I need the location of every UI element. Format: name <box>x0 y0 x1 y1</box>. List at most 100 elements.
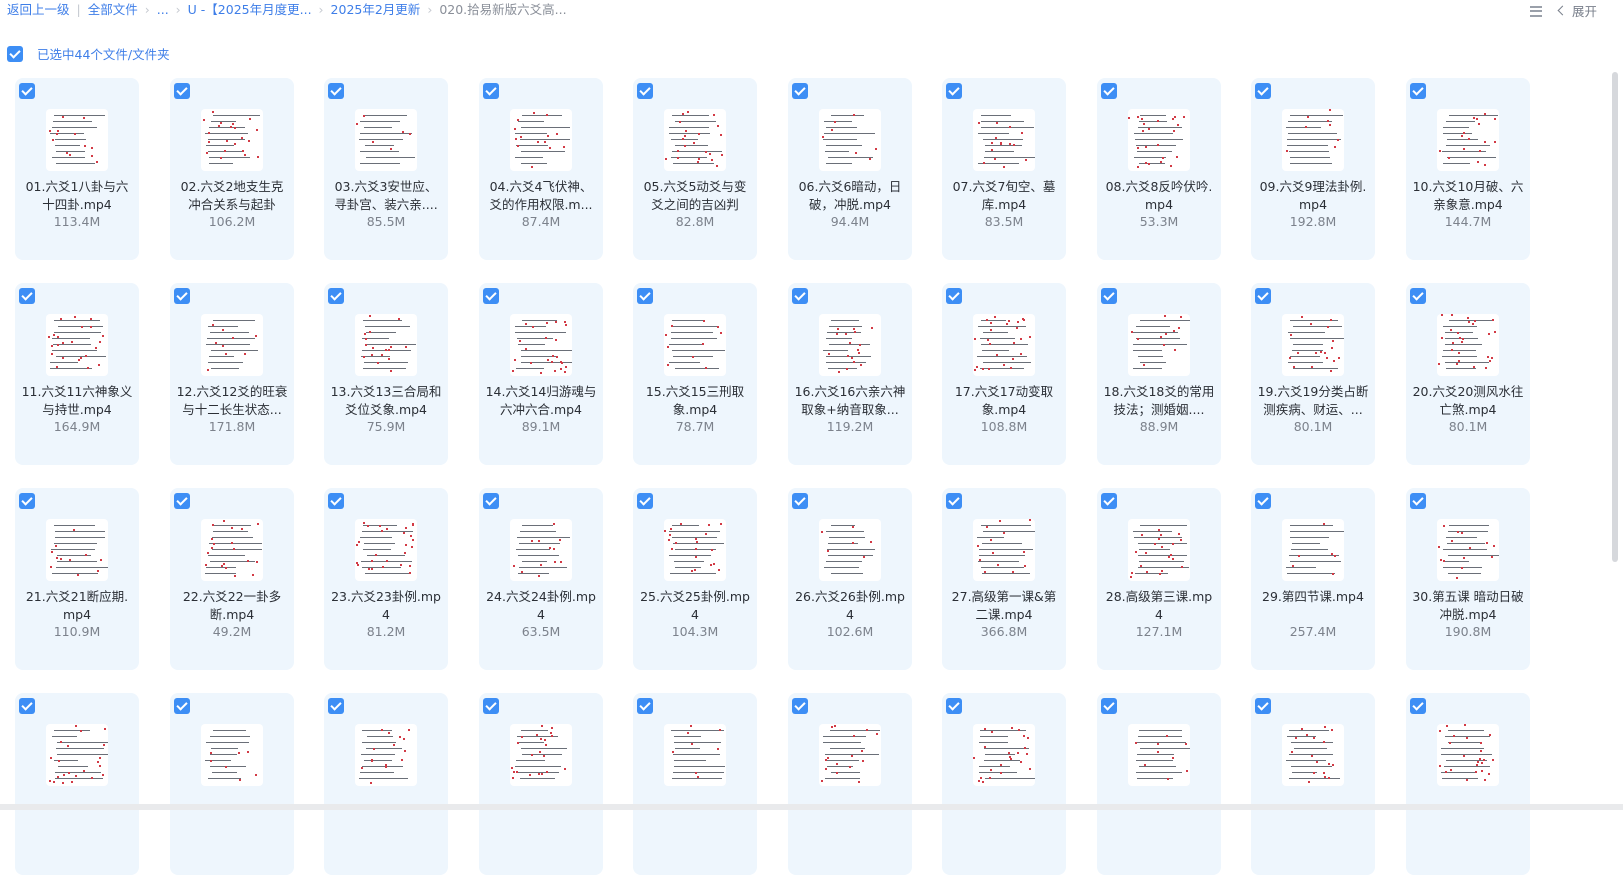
breadcrumb-folder-2[interactable]: 2025年2月更新 <box>331 1 421 19</box>
file-checkbox[interactable] <box>792 698 808 714</box>
file-checkbox[interactable] <box>637 288 653 304</box>
file-checkbox[interactable] <box>483 698 499 714</box>
file-checkbox[interactable] <box>19 698 35 714</box>
file-checkbox[interactable] <box>637 493 653 509</box>
file-card[interactable] <box>479 693 603 875</box>
file-card[interactable]: 23.六爻23卦例.mp4 81.2M <box>324 488 448 670</box>
file-name: 18.六爻18爻的常用技法；测婚姻.... <box>1103 384 1215 417</box>
file-card[interactable]: 25.六爻25卦例.mp4 104.3M <box>633 488 757 670</box>
file-checkbox[interactable] <box>946 288 962 304</box>
file-checkbox[interactable] <box>19 288 35 304</box>
view-mode-icon[interactable] <box>1529 5 1543 17</box>
file-card[interactable]: 06.六爻6暗动，日破，冲脱.mp4 94.4M <box>788 78 912 260</box>
file-checkbox[interactable] <box>328 698 344 714</box>
file-checkbox[interactable] <box>328 493 344 509</box>
file-checkbox[interactable] <box>174 493 190 509</box>
file-card[interactable]: 16.六爻16六亲六神取象+纳音取象... 119.2M <box>788 283 912 465</box>
file-checkbox[interactable] <box>792 288 808 304</box>
file-size: 80.1M <box>1293 419 1333 434</box>
file-checkbox[interactable] <box>174 698 190 714</box>
breadcrumb-all-files[interactable]: 全部文件 <box>88 1 138 19</box>
file-card[interactable]: 08.六爻8反吟伏吟.mp4 53.3M <box>1097 78 1221 260</box>
file-checkbox[interactable] <box>1410 288 1426 304</box>
file-card[interactable]: 24.六爻24卦例.mp4 63.5M <box>479 488 603 670</box>
file-checkbox[interactable] <box>946 698 962 714</box>
file-checkbox[interactable] <box>19 493 35 509</box>
file-checkbox[interactable] <box>637 698 653 714</box>
file-checkbox[interactable] <box>637 83 653 99</box>
file-card[interactable] <box>1097 693 1221 875</box>
file-card[interactable]: 02.六爻2地支生克冲合关系与起卦 106.2M <box>170 78 294 260</box>
file-checkbox[interactable] <box>19 83 35 99</box>
file-card[interactable]: 18.六爻18爻的常用技法；测婚姻.... 88.9M <box>1097 283 1221 465</box>
file-checkbox[interactable] <box>1410 493 1426 509</box>
file-card[interactable]: 07.六爻7旬空、墓库.mp4 83.5M <box>942 78 1066 260</box>
file-checkbox[interactable] <box>792 493 808 509</box>
expand-label: 展开 <box>1571 4 1597 19</box>
file-card[interactable]: 19.六爻19分类占断测疾病、财运、... 80.1M <box>1251 283 1375 465</box>
file-checkbox[interactable] <box>792 83 808 99</box>
file-card[interactable]: 14.六爻14归游魂与六冲六合.mp4 89.1M <box>479 283 603 465</box>
file-card[interactable]: 05.六爻5动爻与变爻之间的吉凶判 82.8M <box>633 78 757 260</box>
file-checkbox[interactable] <box>483 493 499 509</box>
file-checkbox[interactable] <box>1410 83 1426 99</box>
file-checkbox[interactable] <box>1255 83 1271 99</box>
file-size: 75.9M <box>366 419 406 434</box>
file-checkbox[interactable] <box>483 83 499 99</box>
select-all-checkbox[interactable] <box>7 45 23 62</box>
file-checkbox[interactable] <box>328 288 344 304</box>
expand-button[interactable]: 展开 <box>1553 1 1597 20</box>
file-card[interactable]: 10.六爻10月破、六亲象意.mp4 144.7M <box>1406 78 1530 260</box>
file-size: 80.1M <box>1448 419 1488 434</box>
file-card[interactable]: 01.六爻1八卦与六十四卦.mp4 113.4M <box>15 78 139 260</box>
file-checkbox[interactable] <box>174 288 190 304</box>
file-card[interactable]: 04.六爻4飞伏神、爻的作用权限.m... 87.4M <box>479 78 603 260</box>
file-checkbox[interactable] <box>1101 698 1117 714</box>
file-card[interactable]: 21.六爻21断应期.mp4 110.9M <box>15 488 139 670</box>
file-card[interactable]: 15.六爻15三刑取象.mp4 78.7M <box>633 283 757 465</box>
file-card[interactable] <box>15 693 139 875</box>
file-card[interactable] <box>788 693 912 875</box>
file-checkbox[interactable] <box>1410 698 1426 714</box>
file-card[interactable]: 20.六爻20测风水往亡煞.mp4 80.1M <box>1406 283 1530 465</box>
file-card[interactable]: 28.高级第三课.mp4 127.1M <box>1097 488 1221 670</box>
breadcrumb-folder-1[interactable]: U -【2025年月度更... <box>188 1 312 19</box>
file-card[interactable]: 26.六爻26卦例.mp4 102.6M <box>788 488 912 670</box>
file-checkbox[interactable] <box>946 83 962 99</box>
file-card[interactable]: 09.六爻9理法卦例.mp4 192.8M <box>1251 78 1375 260</box>
file-card[interactable]: 27.高级第一课&第二课.mp4 366.8M <box>942 488 1066 670</box>
video-thumbnail <box>510 109 572 171</box>
file-card[interactable]: 29.第四节课.mp4 257.4M <box>1251 488 1375 670</box>
breadcrumb-ellipsis[interactable]: ... <box>157 1 169 19</box>
file-size: 119.2M <box>826 419 874 434</box>
file-checkbox[interactable] <box>1255 288 1271 304</box>
file-card[interactable] <box>170 693 294 875</box>
file-card[interactable]: 03.六爻3安世应、寻卦宫、装六亲.... 85.5M <box>324 78 448 260</box>
file-checkbox[interactable] <box>1255 698 1271 714</box>
file-name: 05.六爻5动爻与变爻之间的吉凶判 <box>643 179 747 212</box>
file-card[interactable] <box>324 693 448 875</box>
file-card[interactable] <box>633 693 757 875</box>
file-card[interactable] <box>1251 693 1375 875</box>
file-card[interactable]: 11.六爻11六神象义与持世.mp4 164.9M <box>15 283 139 465</box>
file-checkbox[interactable] <box>1101 493 1117 509</box>
file-card[interactable]: 17.六爻17动变取象.mp4 108.8M <box>942 283 1066 465</box>
file-checkbox[interactable] <box>946 493 962 509</box>
file-checkbox[interactable] <box>1101 83 1117 99</box>
scrollbar[interactable] <box>1612 72 1618 562</box>
file-card[interactable] <box>1406 693 1530 875</box>
file-checkbox[interactable] <box>174 83 190 99</box>
file-card[interactable]: 30.第五课 暗动日破冲脱.mp4 190.8M <box>1406 488 1530 670</box>
back-link[interactable]: 返回上一级 <box>7 1 70 19</box>
file-checkbox[interactable] <box>1101 288 1117 304</box>
file-card[interactable]: 12.六爻12爻的旺衰与十二长生状态... 171.8M <box>170 283 294 465</box>
file-checkbox[interactable] <box>1255 493 1271 509</box>
file-card[interactable]: 22.六爻22一卦多断.mp4 49.2M <box>170 488 294 670</box>
file-name: 16.六爻16六亲六神取象+纳音取象... <box>794 384 906 417</box>
file-name: 03.六爻3安世应、寻卦宫、装六亲.... <box>334 179 438 212</box>
file-name: 08.六爻8反吟伏吟.mp4 <box>1105 179 1213 212</box>
file-card[interactable]: 13.六爻13三合局和爻位爻象.mp4 75.9M <box>324 283 448 465</box>
file-checkbox[interactable] <box>328 83 344 99</box>
file-card[interactable] <box>942 693 1066 875</box>
file-checkbox[interactable] <box>483 288 499 304</box>
